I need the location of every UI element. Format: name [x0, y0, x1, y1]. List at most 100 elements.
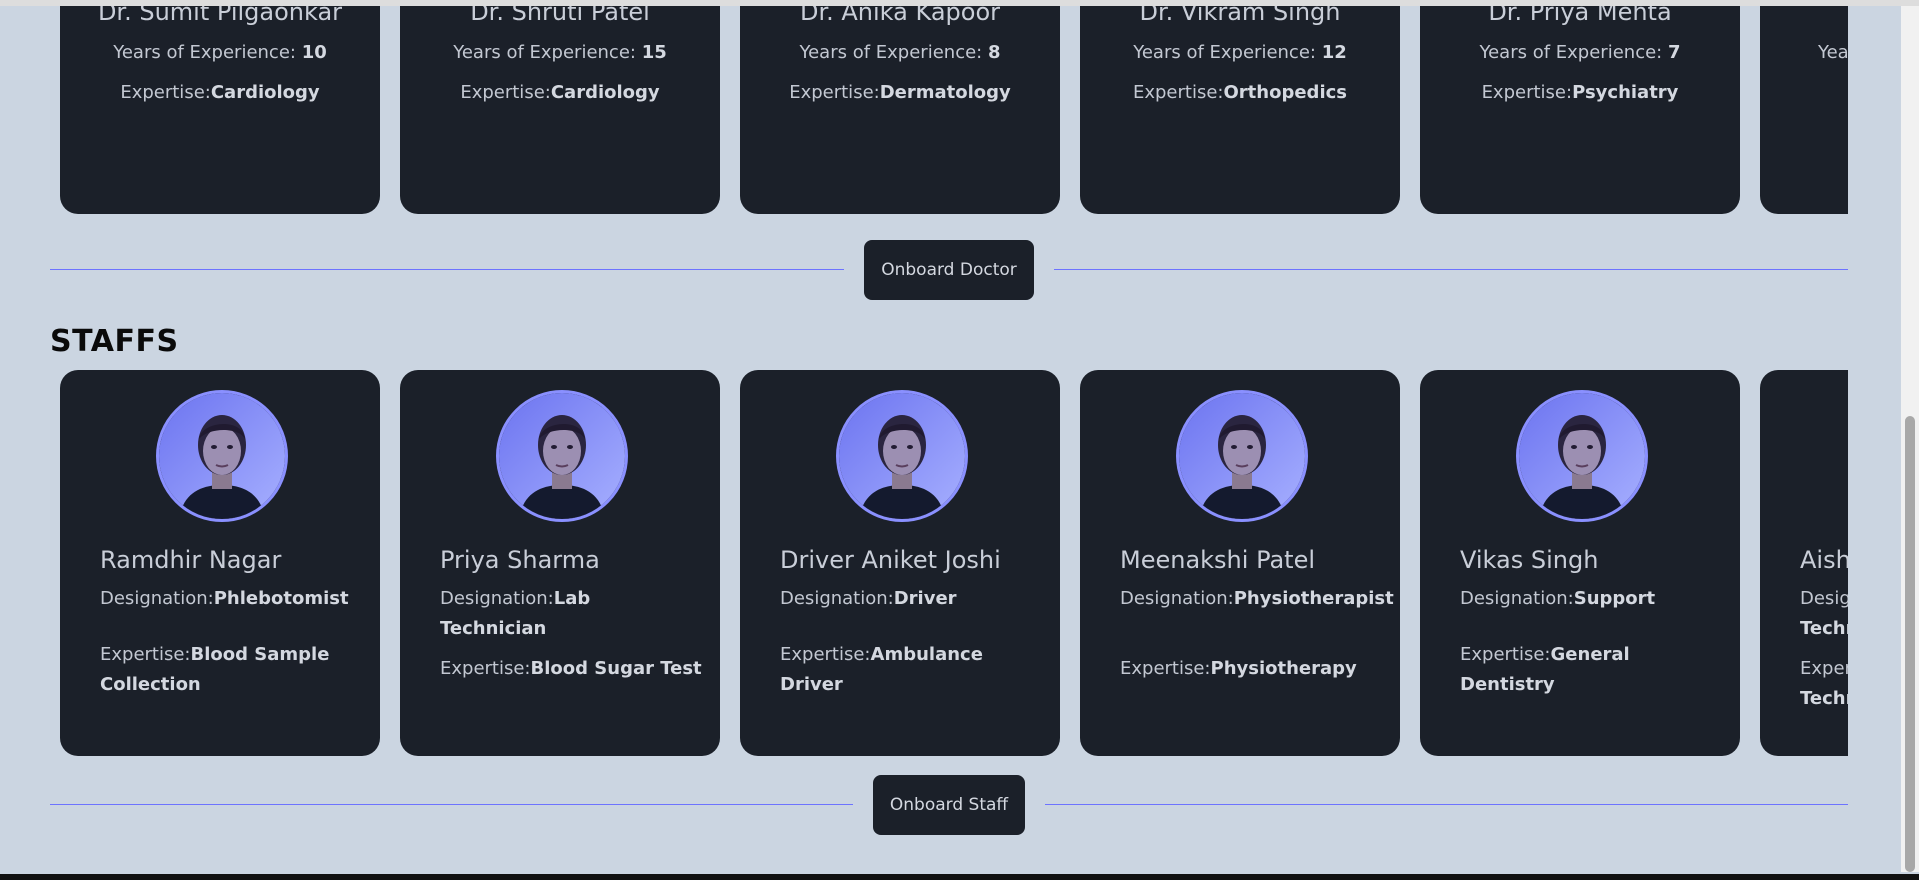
staff-name: Driver Aniket Joshi [780, 546, 1001, 574]
experience-label: Years of Experience: [1479, 42, 1668, 63]
doctor-expertise: Expertise:Cardiology [60, 82, 380, 103]
doctor-name: Dr. Shruti Patel [470, 6, 650, 26]
staff-avatar [156, 390, 288, 522]
designation-value: Techn [1800, 618, 1848, 639]
staff-name: Ramdhir Nagar [100, 546, 282, 574]
expertise-label: Expertise: [789, 82, 880, 103]
expertise-value: Techn [1800, 688, 1848, 709]
staff-designation: Designation:Lab Technician [440, 584, 702, 644]
experience-value: 7 [1667, 42, 1681, 63]
expertise-value: Orthopedics [1223, 82, 1348, 103]
doctor-card[interactable]: Dr. Priya Mehta Years of Experience: 7 E… [1420, 6, 1740, 214]
browser-bottom-edge [0, 874, 1919, 880]
staff-designation: Desig [1800, 584, 1848, 614]
staff-card[interactable]: Meenakshi Patel Designation:Physiotherap… [1080, 370, 1400, 756]
expertise-value: Blood Sugar Test [530, 658, 702, 679]
experience-value: 15 [641, 42, 667, 63]
designation-value: Phlebotomist [213, 588, 349, 609]
staff-name: Priya Sharma [440, 546, 600, 574]
doctor-name: Dr. Priya Mehta [1488, 6, 1672, 26]
expertise-label: Expertise: [1120, 658, 1211, 679]
staff-designation: Designation:Phlebotomist [100, 584, 362, 614]
onboard-staff-button[interactable]: Onboard Staff [873, 775, 1025, 835]
staff-card[interactable]: Ramdhir Nagar Designation:Phlebotomist E… [60, 370, 380, 756]
doctor-experience: Years of Experience: 15 [400, 42, 720, 63]
divider-line [50, 269, 844, 270]
doctor-expertise: Expertise:Dermatology [740, 82, 1060, 103]
expertise-label: Expertise: [120, 82, 211, 103]
staff-expertise: Expertise:Blood Sugar Test [440, 654, 702, 684]
staff-designation: Designation:Driver [780, 584, 1042, 614]
expertise-value: Psychiatry [1572, 82, 1679, 103]
doctor-name: Dr. Sumit Pilgaonkar [97, 6, 343, 26]
doctor-experience: Years of Experience: 12 [1080, 42, 1400, 63]
staff-expertise-value: Techn [1800, 684, 1848, 714]
staff-avatar [1516, 390, 1648, 522]
staff-avatar [496, 390, 628, 522]
doctors-carousel[interactable]: Dr. Sumit Pilgaonkar Years of Experience… [60, 6, 1848, 214]
experience-label: Yea [1818, 42, 1848, 63]
doctor-experience: Years of Experience: 7 [1420, 42, 1740, 63]
staffs-carousel[interactable]: Ramdhir Nagar Designation:Phlebotomist E… [60, 370, 1848, 756]
designation-label: Designation: [1460, 588, 1574, 609]
doctor-card[interactable]: Dr. Vikram Singh Years of Experience: 12… [1080, 6, 1400, 214]
doctor-name: Dr. Vikram Singh [1139, 6, 1341, 26]
expertise-label: Expertise: [100, 644, 191, 665]
divider-line [50, 804, 853, 805]
staff-designation: Designation:Physiotherapist [1120, 584, 1400, 614]
experience-label: Years of Experience: [113, 42, 302, 63]
expertise-value: Physiotherapy [1210, 658, 1357, 679]
onboard-doctor-button[interactable]: Onboard Doctor [864, 240, 1034, 300]
doctor-card[interactable]: Dr. Sumit Pilgaonkar Years of Experience… [60, 6, 380, 214]
experience-value: 8 [987, 42, 1001, 63]
staff-name: Aish [1800, 546, 1848, 574]
expertise-label: Expertise: [1132, 82, 1224, 103]
designation-value: Driver [893, 588, 957, 609]
staff-designation: Designation:Support [1460, 584, 1722, 614]
doctor-experience: Years of Experience: 8 [740, 42, 1060, 63]
staff-avatar [836, 390, 968, 522]
expertise-value: Dermatology [879, 82, 1011, 103]
staff-card-partial[interactable]: Aish Desig Techn Exper Techn [1760, 370, 1848, 756]
experience-value: 12 [1321, 42, 1347, 63]
experience-label: Years of Experience: [1133, 42, 1322, 63]
page-content: Dr. Sumit Pilgaonkar Years of Experience… [0, 6, 1900, 874]
expertise-label: Expertise: [460, 82, 551, 103]
staff-expertise: Expertise:Blood Sample Collection [100, 640, 362, 700]
expertise-value: Cardiology [210, 82, 320, 103]
staff-designation-value: Techn [1800, 614, 1848, 644]
doctor-name: Dr. Anika Kapoor [799, 6, 1000, 26]
designation-value: Support [1573, 588, 1656, 609]
doctor-experience: Yea [1818, 42, 1848, 63]
doctor-expertise: Expertise:Orthopedics [1080, 82, 1400, 103]
doctor-card-partial[interactable]: Yea [1760, 6, 1848, 214]
staff-expertise: Expertise:Physiotherapy [1120, 654, 1382, 684]
expertise-label: Expertise: [780, 644, 871, 665]
doctor-expertise: Expertise:Psychiatry [1420, 82, 1740, 103]
staff-card[interactable]: Driver Aniket Joshi Designation:Driver E… [740, 370, 1060, 756]
experience-label: Years of Experience: [799, 42, 988, 63]
doctor-expertise: Expertise:Cardiology [400, 82, 720, 103]
experience-label: Years of Experience: [453, 42, 642, 63]
staff-name: Vikas Singh [1460, 546, 1599, 574]
doctor-card[interactable]: Dr. Anika Kapoor Years of Experience: 8 … [740, 6, 1060, 214]
experience-value: 10 [301, 42, 327, 63]
staff-expertise: Expertise:Ambulance Driver [780, 640, 1042, 700]
designation-label: Designation: [1120, 588, 1234, 609]
designation-label: Designation: [100, 588, 214, 609]
doctor-experience: Years of Experience: 10 [60, 42, 380, 63]
staff-card[interactable]: Priya Sharma Designation:Lab Technician … [400, 370, 720, 756]
divider-line [1045, 804, 1848, 805]
expertise-value: Cardiology [550, 82, 660, 103]
staff-expertise: Expertise:General Dentistry [1460, 640, 1722, 700]
designation-label: Desig [1800, 588, 1848, 609]
staff-card[interactable]: Vikas Singh Designation:Support Expertis… [1420, 370, 1740, 756]
designation-label: Designation: [780, 588, 894, 609]
vertical-scrollbar[interactable] [1901, 6, 1919, 872]
staff-name: Meenakshi Patel [1120, 546, 1316, 574]
scrollbar-thumb[interactable] [1905, 416, 1915, 872]
designation-label: Designation: [440, 588, 554, 609]
doctor-card[interactable]: Dr. Shruti Patel Years of Experience: 15… [400, 6, 720, 214]
staff-expertise: Exper [1800, 654, 1848, 684]
expertise-label: Expertise: [1481, 82, 1573, 103]
